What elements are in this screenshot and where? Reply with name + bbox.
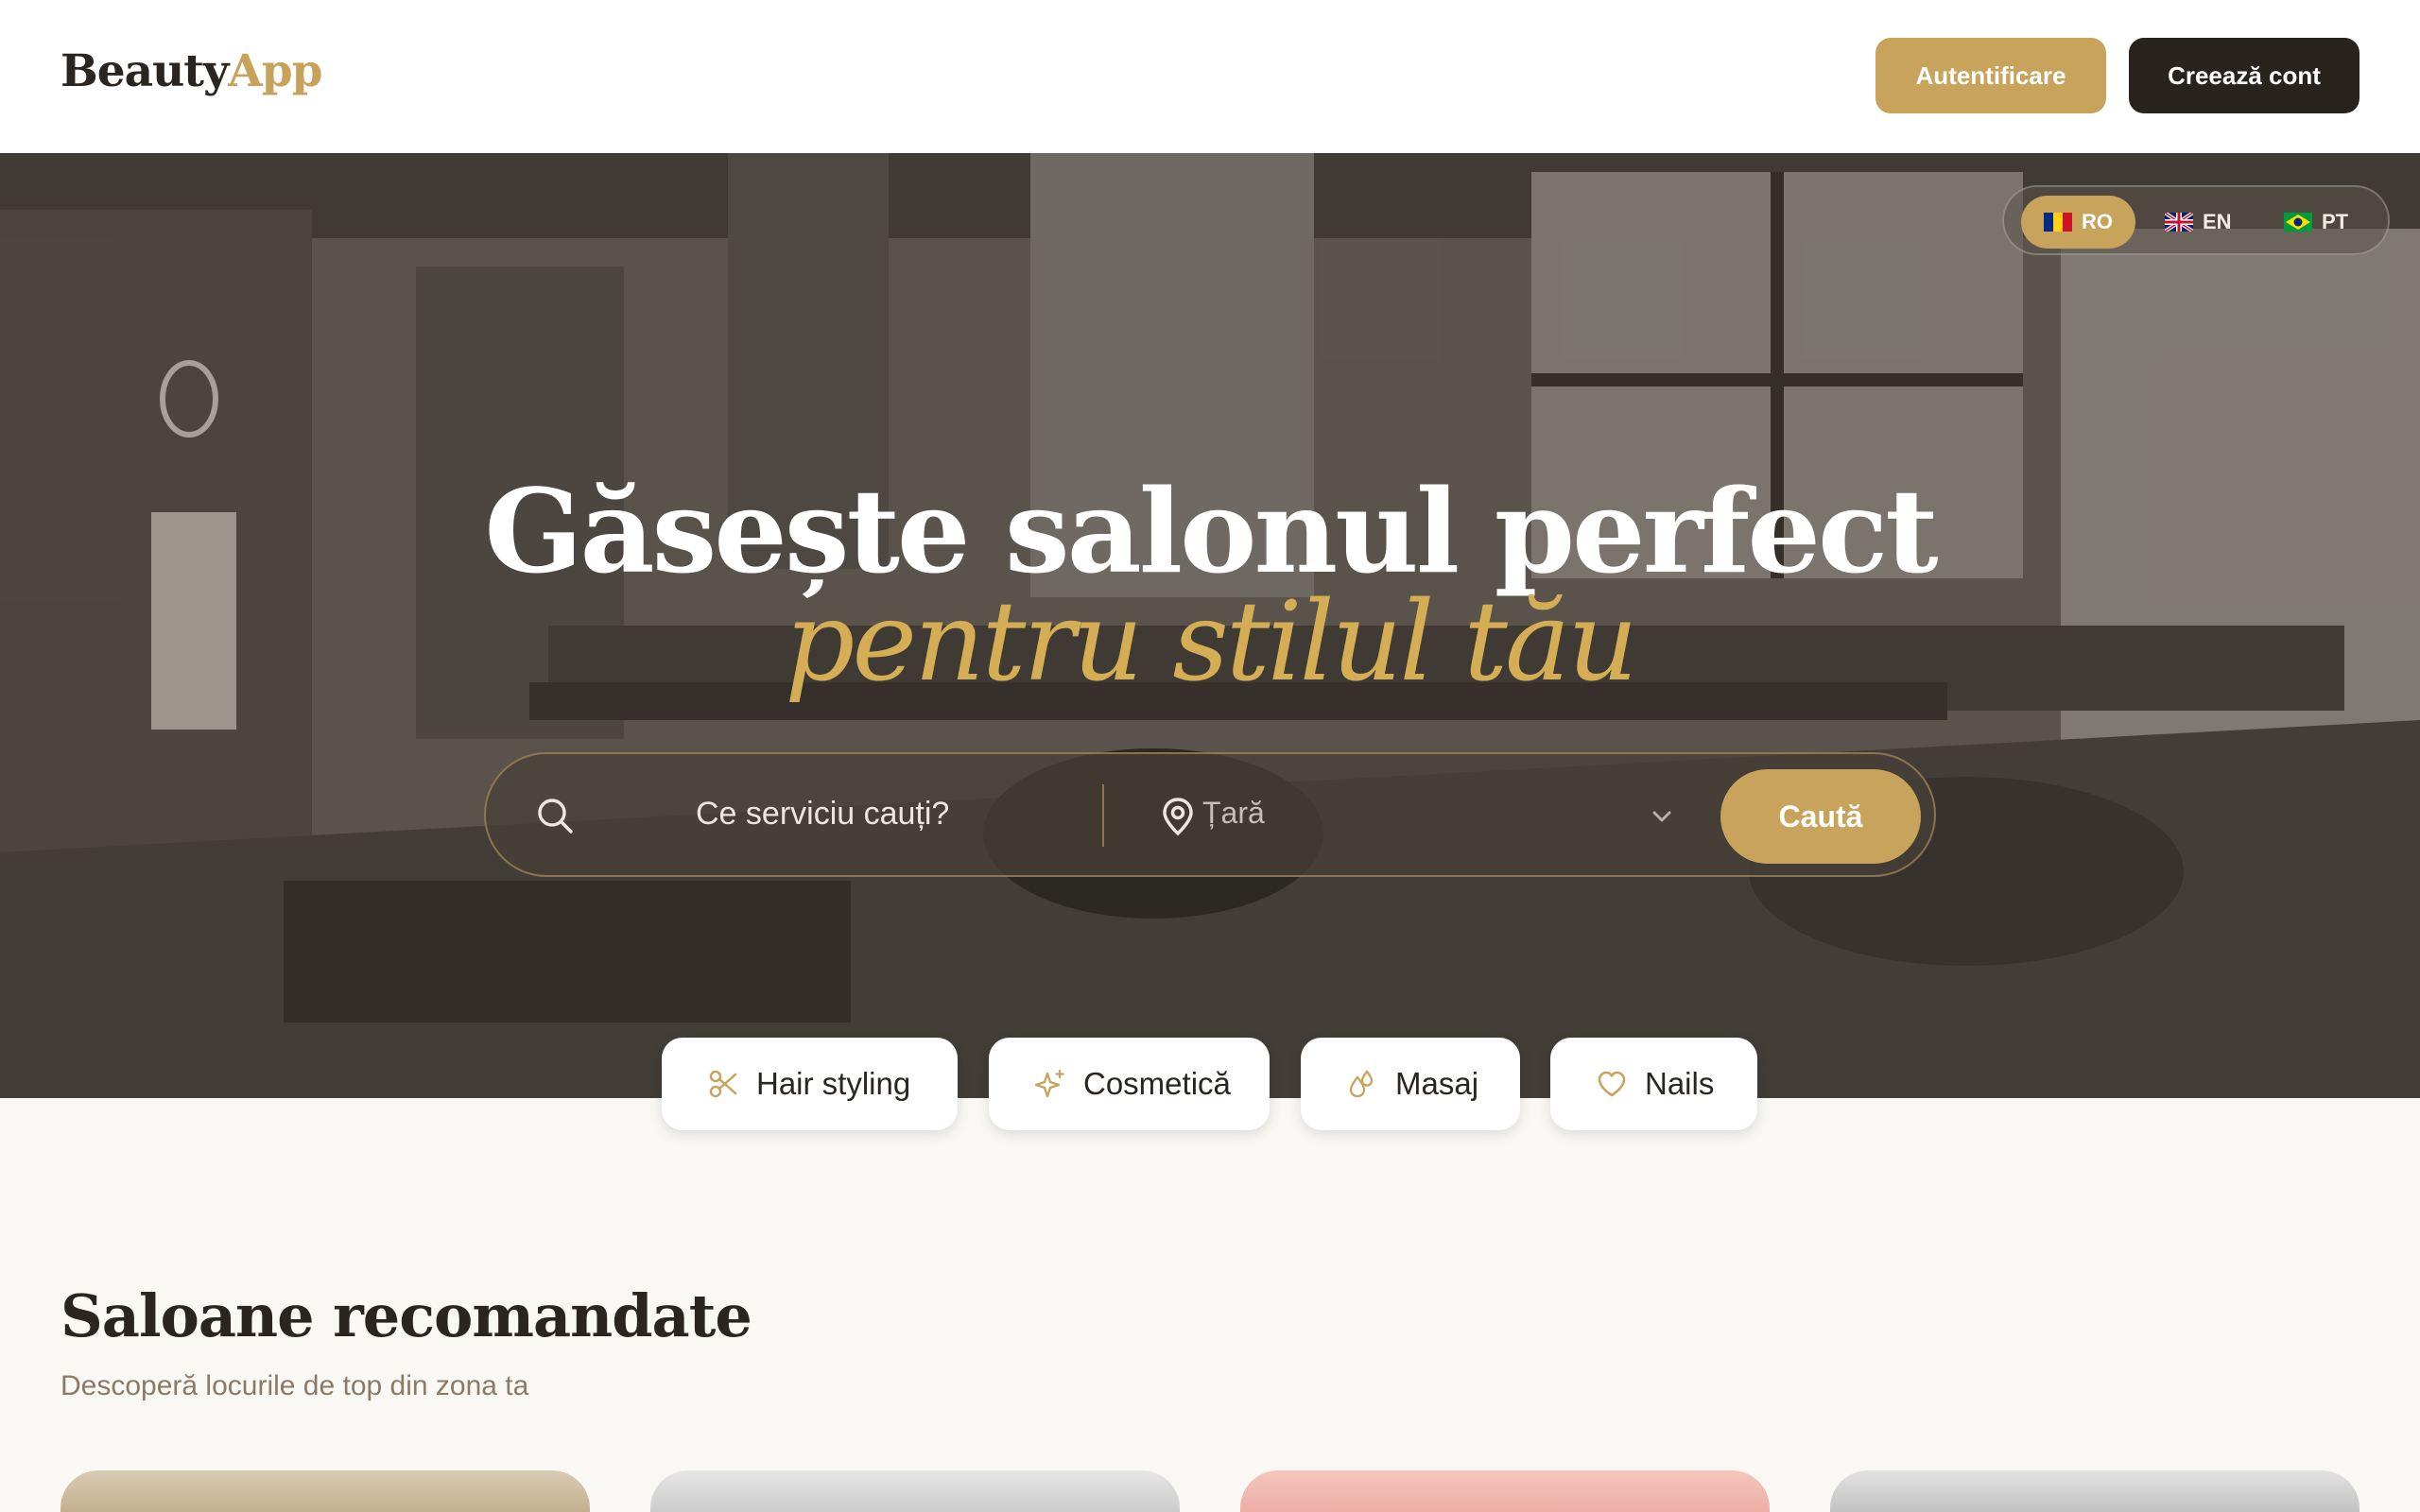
category-masaj[interactable]: Masaj <box>1301 1038 1520 1130</box>
uk-flag-icon <box>2165 213 2193 232</box>
sparkles-icon <box>1034 1069 1064 1098</box>
scissors-icon <box>709 1070 737 1098</box>
logo-text-primary: Beauty <box>60 45 229 97</box>
search-bar: Ce serviciu cauți? Țară Caută <box>484 752 1936 877</box>
app-logo[interactable]: BeautyApp <box>60 45 322 97</box>
salon-card[interactable] <box>1830 1470 2360 1512</box>
romania-flag-icon <box>2044 213 2072 232</box>
lang-option-ro[interactable]: RO <box>2021 196 2135 249</box>
country-select[interactable]: Țară <box>1202 796 1265 831</box>
droplets-icon <box>1349 1070 1374 1098</box>
category-label: Masaj <box>1395 1066 1479 1101</box>
service-search-input[interactable]: Ce serviciu cauți? <box>696 796 949 833</box>
salon-card[interactable] <box>650 1470 1180 1512</box>
location-pin-icon <box>1163 798 1193 836</box>
logo-text-accent: App <box>228 45 322 97</box>
category-cosmetica[interactable]: Cosmetică <box>989 1038 1270 1130</box>
create-account-button[interactable]: Creează cont <box>2129 38 2360 113</box>
chevron-down-icon[interactable] <box>1645 799 1679 833</box>
login-button[interactable]: Autentificare <box>1876 38 2106 113</box>
salon-card[interactable] <box>60 1470 590 1512</box>
top-header: BeautyApp Autentificare Creează cont <box>0 0 2420 153</box>
salon-card[interactable] <box>1240 1470 1770 1512</box>
language-switcher: RO EN PT <box>2002 185 2390 255</box>
category-nails[interactable]: Nails <box>1550 1038 1757 1130</box>
lang-option-pt[interactable]: PT <box>2261 196 2371 249</box>
hero-subtitle: pentru stilul tău <box>785 578 1638 706</box>
section-title: Saloane recomandate <box>60 1281 752 1350</box>
category-label: Nails <box>1645 1066 1715 1101</box>
search-icon <box>538 799 573 833</box>
category-label: Cosmetică <box>1083 1066 1231 1101</box>
section-subtitle: Descoperă locurile de top din zona ta <box>60 1370 529 1401</box>
brazil-flag-icon <box>2284 213 2312 232</box>
search-divider <box>1102 784 1104 847</box>
category-label: Hair styling <box>756 1066 911 1101</box>
lang-code-en: EN <box>2203 210 2232 233</box>
heart-icon <box>1598 1071 1626 1097</box>
lang-option-en[interactable]: EN <box>2142 196 2255 249</box>
category-hair-styling[interactable]: Hair styling <box>662 1038 958 1130</box>
lang-code-pt: PT <box>2322 210 2349 233</box>
search-button[interactable]: Caută <box>1720 769 1921 864</box>
lang-code-ro: RO <box>2082 210 2113 233</box>
